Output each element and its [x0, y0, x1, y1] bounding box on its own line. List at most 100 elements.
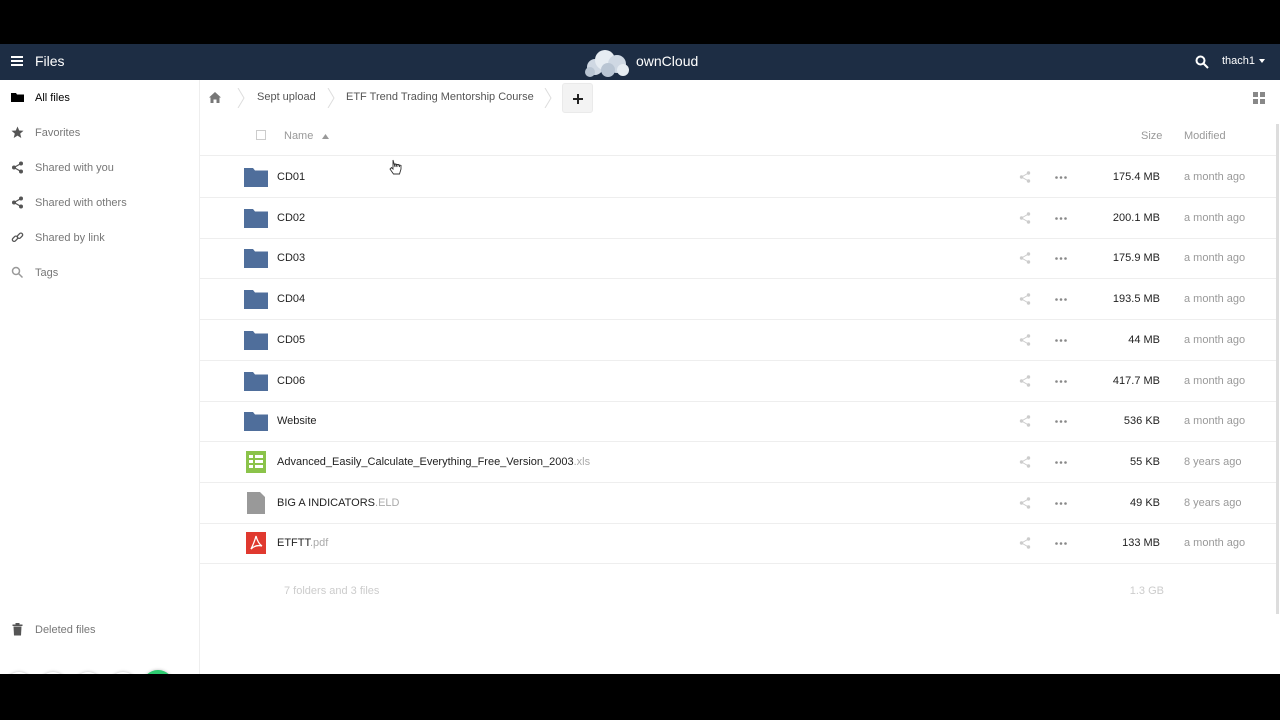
- more-actions-icon[interactable]: [1055, 461, 1067, 464]
- username: thach1: [1222, 55, 1256, 67]
- app-title[interactable]: Files: [35, 53, 65, 69]
- table-row[interactable]: CD04 193.5 MB a month ago: [200, 279, 1276, 321]
- top-bar: Files ownCloud thach1: [0, 44, 1280, 80]
- cancel-button[interactable]: [74, 672, 102, 674]
- file-name[interactable]: CD04: [277, 293, 305, 305]
- share-icon[interactable]: [1019, 537, 1031, 549]
- trash-icon: [12, 623, 23, 636]
- table-row[interactable]: BIG A INDICATORS.ELD 49 KB 8 years ago: [200, 483, 1276, 524]
- star-icon: [11, 126, 24, 138]
- file-name[interactable]: Website: [277, 415, 317, 427]
- sidebar-item-deleted-files[interactable]: Deleted files: [0, 612, 199, 647]
- sort-ascending-icon: [322, 134, 330, 139]
- share-icon[interactable]: [1019, 415, 1031, 427]
- file-modified: a month ago: [1184, 252, 1246, 265]
- table-row[interactable]: ETFTT.pdf 133 MB a month ago: [200, 523, 1276, 565]
- owncloud-logo[interactable]: ownCloud: [583, 48, 703, 78]
- file-name[interactable]: ETFTT.pdf: [277, 537, 328, 549]
- table-row[interactable]: Website 536 KB a month ago: [200, 401, 1276, 443]
- file-name[interactable]: CD03: [277, 252, 305, 264]
- more-actions-icon[interactable]: [1055, 379, 1067, 383]
- file-size: 49 KB: [1130, 496, 1160, 509]
- file-modified: a month ago: [1184, 415, 1246, 428]
- chevron-down-icon: [1259, 59, 1266, 64]
- home-icon[interactable]: [209, 92, 221, 103]
- sidebar-item-all-files[interactable]: All files: [0, 80, 199, 115]
- sidebar-item-label: Deleted files: [35, 624, 96, 636]
- search-icon: [11, 266, 24, 279]
- pdf-icon: [244, 532, 268, 555]
- grid-view-icon[interactable]: [1253, 92, 1265, 104]
- more-actions-icon[interactable]: [1055, 176, 1067, 179]
- file-size: 44 MB: [1128, 333, 1160, 346]
- table-header: Name Size Modified: [200, 116, 1276, 156]
- search-icon[interactable]: [1195, 55, 1209, 69]
- sidebar: All files Favorites Shared with you Shar…: [0, 80, 200, 674]
- file-size: 175.9 MB: [1112, 252, 1160, 265]
- hamburger-menu-icon[interactable]: [11, 56, 23, 66]
- more-actions-icon[interactable]: [1055, 338, 1067, 342]
- more-options-button[interactable]: [5, 672, 33, 674]
- file-modified: a month ago: [1184, 537, 1246, 550]
- table-row[interactable]: CD05 44 MB a month ago: [200, 320, 1276, 361]
- sidebar-item-shared-by-link[interactable]: Shared by link: [0, 220, 199, 255]
- sidebar-item-tags[interactable]: Tags: [0, 255, 199, 290]
- file-basename: CD05: [277, 333, 306, 346]
- file-basename: BIG A INDICATORS: [277, 496, 376, 509]
- more-actions-icon[interactable]: [1055, 420, 1067, 423]
- file-extension: .pdf: [310, 537, 329, 550]
- folder-icon: [244, 410, 268, 432]
- breadcrumb-item-sept-upload[interactable]: Sept upload: [257, 91, 316, 103]
- sidebar-item-shared-with-you[interactable]: Shared with you: [0, 150, 199, 185]
- share-icon[interactable]: [1019, 496, 1031, 509]
- scrollbar[interactable]: [1276, 124, 1279, 614]
- folder-icon: [11, 93, 24, 102]
- table-row[interactable]: CD01 175.4 MB a month ago: [200, 157, 1276, 198]
- more-actions-icon[interactable]: [1055, 542, 1067, 546]
- column-size-header[interactable]: Size: [1141, 130, 1162, 142]
- column-modified-header[interactable]: Modified: [1184, 130, 1226, 142]
- more-icon: [5, 672, 33, 674]
- pause-button[interactable]: [109, 672, 137, 674]
- file-name[interactable]: CD06: [277, 375, 305, 387]
- select-all-checkbox[interactable]: [256, 130, 266, 140]
- sidebar-item-shared-with-others[interactable]: Shared with others: [0, 185, 199, 220]
- file-name[interactable]: Advanced_Easily_Calculate_Everything_Fre…: [277, 456, 590, 468]
- pause-icon: [109, 672, 137, 674]
- share-icon[interactable]: [1019, 252, 1031, 265]
- more-actions-icon[interactable]: [1055, 501, 1067, 505]
- share-icon[interactable]: [1019, 293, 1031, 305]
- breadcrumb-item-current-folder[interactable]: ETF Trend Trading Mentorship Course: [346, 91, 534, 103]
- more-actions-icon[interactable]: [1055, 216, 1067, 220]
- file-basename: CD06: [277, 374, 306, 387]
- share-icon[interactable]: [1019, 374, 1031, 387]
- column-name-header[interactable]: Name: [284, 130, 330, 142]
- table-row[interactable]: CD02 200.1 MB a month ago: [200, 198, 1276, 239]
- sidebar-item-label: Shared with others: [35, 197, 127, 209]
- user-menu[interactable]: thach1: [1222, 55, 1266, 67]
- file-size: 193.5 MB: [1112, 293, 1160, 306]
- more-actions-icon[interactable]: [1055, 298, 1067, 301]
- share-icon[interactable]: [1019, 211, 1031, 224]
- confirm-button[interactable]: [142, 670, 174, 674]
- file-name[interactable]: CD02: [277, 212, 305, 224]
- more-actions-icon[interactable]: [1055, 257, 1067, 261]
- table-row[interactable]: CD06 417.7 MB a month ago: [200, 361, 1276, 402]
- table-row[interactable]: Advanced_Easily_Calculate_Everything_Fre…: [200, 442, 1276, 483]
- share-icon[interactable]: [1019, 456, 1031, 468]
- sidebar-item-label: Shared with you: [35, 162, 114, 174]
- folder-icon: [244, 329, 268, 351]
- file-modified: a month ago: [1184, 333, 1246, 346]
- table-row[interactable]: CD03 175.9 MB a month ago: [200, 238, 1276, 280]
- file-name[interactable]: CD01: [277, 171, 305, 183]
- files-summary: 7 folders and 3 files: [284, 585, 380, 597]
- cloud-logo-icon: [585, 50, 629, 77]
- sidebar-item-favorites[interactable]: Favorites: [0, 115, 199, 150]
- file-name[interactable]: CD05: [277, 334, 305, 346]
- new-item-button[interactable]: [562, 83, 593, 113]
- camera-button[interactable]: [39, 672, 67, 674]
- file-name[interactable]: BIG A INDICATORS.ELD: [277, 497, 399, 509]
- share-icon[interactable]: [1019, 334, 1031, 346]
- file-size: 175.4 MB: [1112, 171, 1160, 183]
- share-icon[interactable]: [1019, 171, 1031, 183]
